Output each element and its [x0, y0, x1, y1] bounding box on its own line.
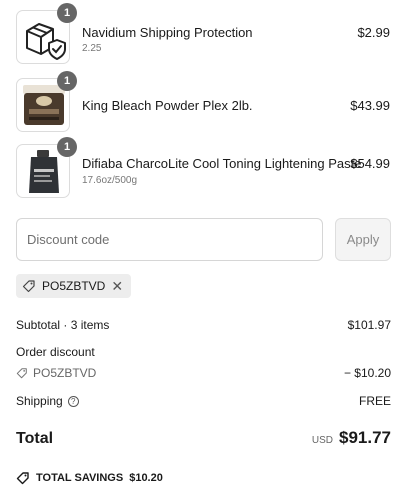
item-price: $2.99: [357, 25, 390, 40]
remove-discount-icon[interactable]: ✕: [111, 279, 123, 293]
quantity-badge: 1: [57, 137, 77, 157]
currency-code: USD: [311, 435, 333, 446]
chip-code-label: PO5ZBTVD: [42, 279, 106, 293]
quantity-badge: 1: [57, 3, 77, 23]
subtotal-row: Subtotal · 3 items $101.97: [16, 318, 391, 332]
subtotal-value: $101.97: [347, 318, 391, 332]
help-icon[interactable]: ?: [67, 396, 79, 408]
line-item-bleach-powder: 1 King Bleach Powder Plex 2lb. $43.99: [16, 71, 392, 132]
item-subtitle: 17.6oz/500g: [82, 175, 138, 186]
item-subtitle: 2.25: [82, 43, 102, 54]
order-discount-row: Order discount: [16, 345, 391, 359]
line-item-lightening-paste: 1 Difiaba CharcoLite Cool Toning Lighten…: [16, 137, 392, 198]
shipping-label-wrap: Shipping?: [16, 394, 79, 408]
shipping-row: Shipping? FREE: [16, 394, 391, 408]
item-title: Navidium Shipping Protection: [82, 25, 253, 40]
item-price: $43.99: [350, 98, 390, 113]
discount-code-input[interactable]: [16, 218, 323, 261]
quantity-badge: 1: [57, 71, 77, 91]
applied-discount-chip: PO5ZBTVD ✕: [16, 274, 132, 298]
savings-value: $10.20: [129, 472, 163, 484]
total-label: Total: [16, 430, 54, 447]
item-title: Difiaba CharcoLite Cool Toning Lightenin…: [82, 156, 362, 171]
product-thumbnail: 1: [16, 71, 77, 132]
total-amount: $91.77: [339, 428, 391, 447]
product-thumbnail: 1: [16, 137, 77, 198]
discount-code-text: PO5ZBTVD: [33, 366, 97, 380]
discount-code-line: PO5ZBTVD: [16, 366, 96, 380]
product-thumbnail: 1: [16, 3, 77, 64]
tag-icon: [16, 472, 29, 485]
discount-value: − $10.20: [343, 366, 391, 380]
subtotal-label: Subtotal · 3 items: [16, 318, 110, 332]
item-title: King Bleach Powder Plex 2lb.: [82, 98, 253, 113]
apply-discount-button[interactable]: Apply: [335, 218, 391, 261]
tag-icon: [22, 280, 35, 293]
shipping-value: FREE: [358, 394, 391, 408]
item-price: $54.99: [350, 156, 390, 171]
order-discount-label: Order discount: [16, 345, 95, 359]
line-item-shipping-protection: 1 Navidium Shipping Protection 2.25 $2.9…: [16, 3, 392, 64]
savings-label: TOTAL SAVINGS: [36, 472, 124, 484]
total-savings: TOTAL SAVINGS $10.20: [16, 471, 163, 485]
discount-code-row: PO5ZBTVD − $10.20: [16, 366, 391, 380]
tag-icon: [16, 368, 27, 379]
total-amount-group: USD $91.77: [312, 428, 391, 448]
shipping-label: Shipping: [16, 394, 63, 408]
